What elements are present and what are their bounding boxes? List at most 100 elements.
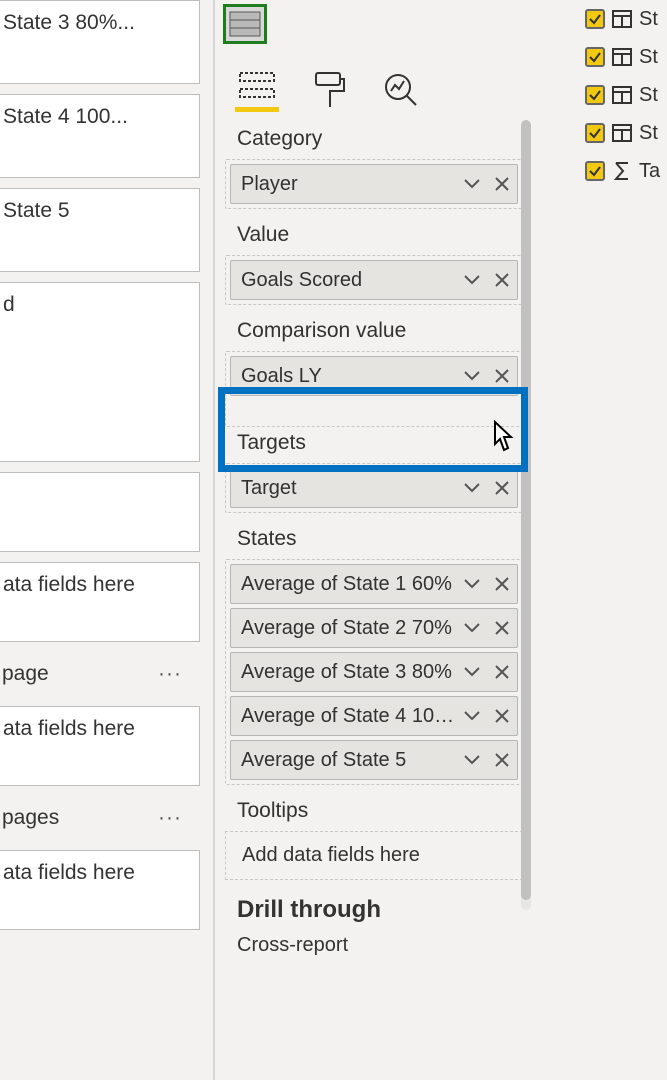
fields-list-partial: St St St St Ta: [583, 0, 667, 190]
field-list-label: St: [639, 122, 658, 145]
selected-visual-type: [215, 0, 533, 54]
ellipsis-icon[interactable]: ···: [158, 806, 182, 830]
chevron-down-icon[interactable]: [457, 483, 487, 493]
chevron-down-icon[interactable]: [457, 179, 487, 189]
field-pill-label: Average of State 1 60%: [231, 573, 457, 596]
category-well[interactable]: Player: [225, 159, 523, 209]
remove-field-icon[interactable]: [487, 369, 517, 383]
chevron-down-icon[interactable]: [457, 623, 487, 633]
chevron-down-icon[interactable]: [457, 371, 487, 381]
visualizations-panel: Category Player Value Goals Scored Compa…: [213, 0, 533, 1080]
panel-scrollbar[interactable]: [521, 120, 531, 910]
cross-report-label: Cross-report: [215, 934, 533, 965]
report-canvas-partial: State 3 80%... State 4 100... State 5 d …: [0, 0, 200, 940]
drop-field-zone[interactable]: ata fields here: [0, 850, 200, 930]
checkbox-checked-icon[interactable]: [585, 47, 605, 67]
field-pill-state3[interactable]: Average of State 3 80%: [230, 652, 518, 692]
multirow-card-icon[interactable]: [223, 4, 267, 44]
remove-field-icon[interactable]: [487, 621, 517, 635]
fields-icon: [238, 69, 276, 103]
sigma-icon: [611, 161, 633, 181]
field-pill-state1[interactable]: Average of State 1 60%: [230, 564, 518, 604]
placeholder-text: ata fields here: [3, 717, 135, 740]
page-row[interactable]: page ···: [0, 652, 200, 696]
category-label: Category: [215, 113, 533, 159]
states-label: States: [215, 513, 533, 559]
chevron-down-icon[interactable]: [457, 755, 487, 765]
checkbox-checked-icon[interactable]: [585, 161, 605, 181]
field-pill-label: Average of State 4 100%: [231, 705, 457, 728]
field-list-item[interactable]: St: [583, 76, 667, 114]
field-pill-label: Average of State 3 80%: [231, 661, 457, 684]
ellipsis-icon[interactable]: ···: [158, 662, 182, 686]
chevron-down-icon[interactable]: [457, 275, 487, 285]
visual-card-label: d: [3, 293, 15, 316]
drop-field-zone[interactable]: ata fields here: [0, 562, 200, 642]
remove-field-icon[interactable]: [487, 177, 517, 191]
value-label: Value: [215, 209, 533, 255]
magnifier-chart-icon: [382, 71, 420, 109]
targets-label: Targets: [215, 427, 533, 463]
remove-field-icon[interactable]: [487, 481, 517, 495]
field-list-item[interactable]: St: [583, 38, 667, 76]
checkbox-checked-icon[interactable]: [585, 85, 605, 105]
chevron-down-icon[interactable]: [457, 579, 487, 589]
visual-card[interactable]: [0, 472, 200, 552]
field-pill-goals-scored[interactable]: Goals Scored: [230, 260, 518, 300]
remove-field-icon[interactable]: [487, 665, 517, 679]
checkbox-checked-icon[interactable]: [585, 123, 605, 143]
remove-field-icon[interactable]: [487, 577, 517, 591]
visual-card-label: State 3 80%...: [3, 11, 135, 34]
visual-card[interactable]: State 3 80%...: [0, 0, 200, 84]
placeholder-text: ata fields here: [3, 861, 135, 884]
field-pill-goals-ly[interactable]: Goals LY: [230, 356, 518, 396]
chevron-down-icon[interactable]: [457, 667, 487, 677]
targets-well[interactable]: Target: [225, 463, 523, 513]
field-pill-state5[interactable]: Average of State 5: [230, 740, 518, 780]
comparison-value-label: Comparison value: [215, 305, 533, 351]
value-well[interactable]: Goals Scored: [225, 255, 523, 305]
field-pill-label: Average of State 2 70%: [231, 617, 457, 640]
checkbox-checked-icon[interactable]: [585, 9, 605, 29]
pages-row-label: pages: [2, 806, 59, 829]
panel-tabs: [215, 54, 533, 113]
field-list-label: St: [639, 46, 658, 69]
table-icon: [611, 48, 633, 66]
visual-card[interactable]: State 4 100...: [0, 94, 200, 178]
field-pill-label: Goals Scored: [231, 269, 457, 292]
states-well[interactable]: Average of State 1 60% Average of State …: [225, 559, 523, 785]
chevron-down-icon[interactable]: [457, 711, 487, 721]
comparison-value-well[interactable]: Goals LY: [225, 351, 523, 427]
field-pill-label: Average of State 5: [231, 749, 457, 772]
table-icon: [611, 10, 633, 28]
scroll-thumb[interactable]: [521, 120, 531, 900]
field-list-item[interactable]: Ta: [583, 152, 667, 190]
pages-row[interactable]: pages ···: [0, 796, 200, 840]
tab-analytics[interactable]: [379, 68, 423, 112]
field-pill-player[interactable]: Player: [230, 164, 518, 204]
tooltips-well-placeholder[interactable]: Add data fields here: [225, 831, 523, 880]
tooltips-label: Tooltips: [215, 785, 533, 831]
remove-field-icon[interactable]: [487, 753, 517, 767]
drop-field-zone[interactable]: ata fields here: [0, 706, 200, 786]
table-icon: [611, 124, 633, 142]
paint-roller-icon: [312, 71, 346, 109]
visual-card-large[interactable]: d: [0, 282, 200, 462]
visual-card[interactable]: State 5: [0, 188, 200, 272]
remove-field-icon[interactable]: [487, 709, 517, 723]
field-pill-label: Goals LY: [231, 365, 457, 388]
field-pill-target[interactable]: Target: [230, 468, 518, 508]
field-pill-state4[interactable]: Average of State 4 100%: [230, 696, 518, 736]
page-row-label: page: [2, 662, 49, 685]
field-list-item[interactable]: St: [583, 114, 667, 152]
tab-fields[interactable]: [235, 68, 279, 112]
placeholder-text: ata fields here: [3, 573, 135, 596]
tab-format[interactable]: [307, 68, 351, 112]
visual-card-label: State 4 100...: [3, 105, 128, 128]
drill-through-title: Drill through: [215, 880, 533, 934]
table-icon: [611, 86, 633, 104]
field-pill-state2[interactable]: Average of State 2 70%: [230, 608, 518, 648]
remove-field-icon[interactable]: [487, 273, 517, 287]
field-list-label: St: [639, 8, 658, 31]
field-list-item[interactable]: St: [583, 0, 667, 38]
